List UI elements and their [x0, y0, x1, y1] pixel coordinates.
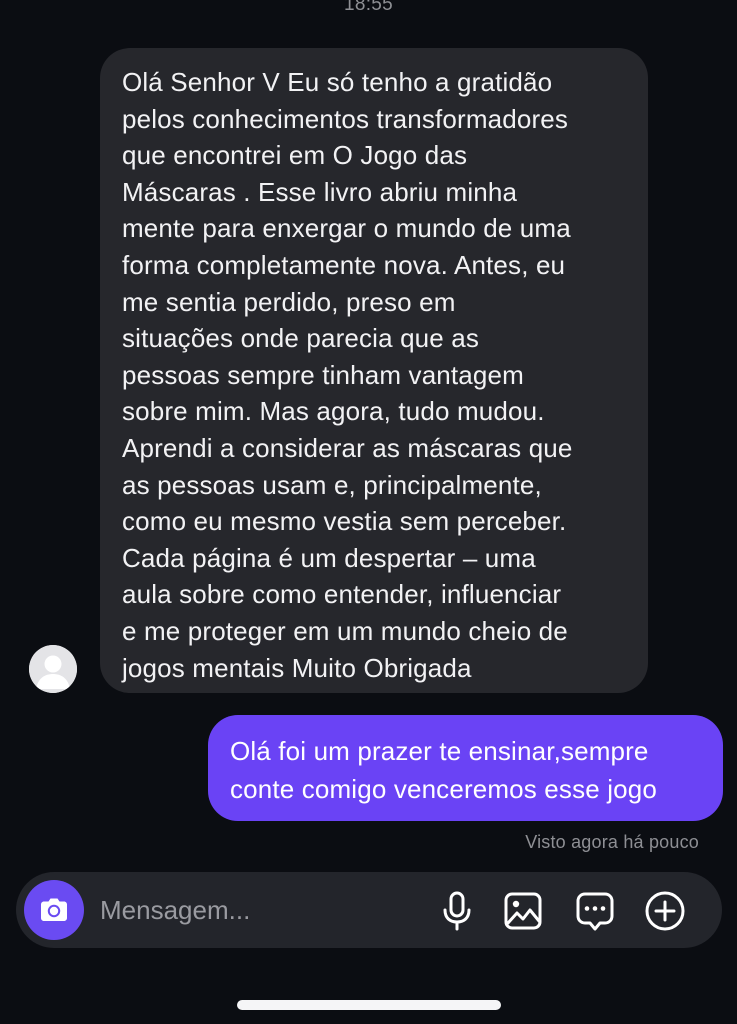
- incoming-message-line: jogos mentais Muito Obrigada: [122, 652, 472, 683]
- outgoing-message-line: Olá foi um prazer te ensinar,sempre: [230, 736, 649, 766]
- microphone-icon: [443, 891, 471, 931]
- chat-screen: 18:55 Olá Senhor V Eu só tenho a gratidã…: [0, 0, 737, 1024]
- incoming-message-line: como eu mesmo vestia sem perceber.: [122, 506, 567, 537]
- incoming-message-line: pessoas sempre tinham vantagem: [122, 359, 524, 390]
- camera-icon: [41, 898, 67, 921]
- incoming-message-line: Máscaras . Esse livro abriu minha: [122, 176, 518, 207]
- incoming-message-line: mente para enxergar o mundo de uma: [122, 213, 571, 244]
- incoming-message-line: que encontrei em O Jogo das: [122, 140, 468, 171]
- message-timestamp: 18:55: [343, 0, 394, 15]
- incoming-message-line: as pessoas usam e, principalmente,: [122, 469, 542, 500]
- incoming-message-line: sobre mim. Mas agora, tudo mudou.: [122, 396, 545, 427]
- home-indicator[interactable]: [237, 1000, 501, 1010]
- incoming-message-line: Cada página é um despertar – uma: [122, 542, 536, 573]
- gallery-button[interactable]: [502, 890, 544, 932]
- default-avatar-icon: [29, 645, 77, 693]
- incoming-message-line: situações onde parecia que as: [122, 323, 480, 354]
- incoming-message-line: forma completamente nova. Antes, eu: [122, 249, 566, 280]
- incoming-message-line: aula sobre como entender, influenciar: [122, 579, 562, 610]
- outgoing-message-bubble[interactable]: Olá foi um prazer te ensinar,sempre cont…: [208, 715, 723, 821]
- incoming-message-bubble[interactable]: Olá Senhor V Eu só tenho a gratidão pelo…: [100, 48, 648, 693]
- add-button[interactable]: [644, 890, 686, 932]
- incoming-message-line: me sentia perdido, preso em: [122, 286, 456, 317]
- incoming-message-line: pelos conhecimentos transformadores: [122, 103, 569, 134]
- gallery-icon: [504, 892, 542, 930]
- seen-status: Visto agora há pouco: [525, 832, 699, 852]
- camera-button[interactable]: [24, 880, 84, 940]
- add-icon: [645, 891, 685, 931]
- incoming-message-line: Aprendi a considerar as máscaras que: [122, 432, 573, 463]
- incoming-message-line: Olá Senhor V Eu só tenho a gratidão: [122, 67, 553, 97]
- message-input[interactable]: [100, 890, 400, 930]
- incoming-message-line: e me proteger em um mundo cheio de: [122, 615, 568, 646]
- sticker-icon: [576, 892, 614, 931]
- outgoing-message-line: conte comigo venceremos esse jogo: [230, 774, 657, 804]
- message-composer: [16, 872, 722, 948]
- sticker-button[interactable]: [574, 890, 616, 932]
- sender-avatar[interactable]: [29, 645, 77, 693]
- microphone-button[interactable]: [436, 890, 478, 932]
